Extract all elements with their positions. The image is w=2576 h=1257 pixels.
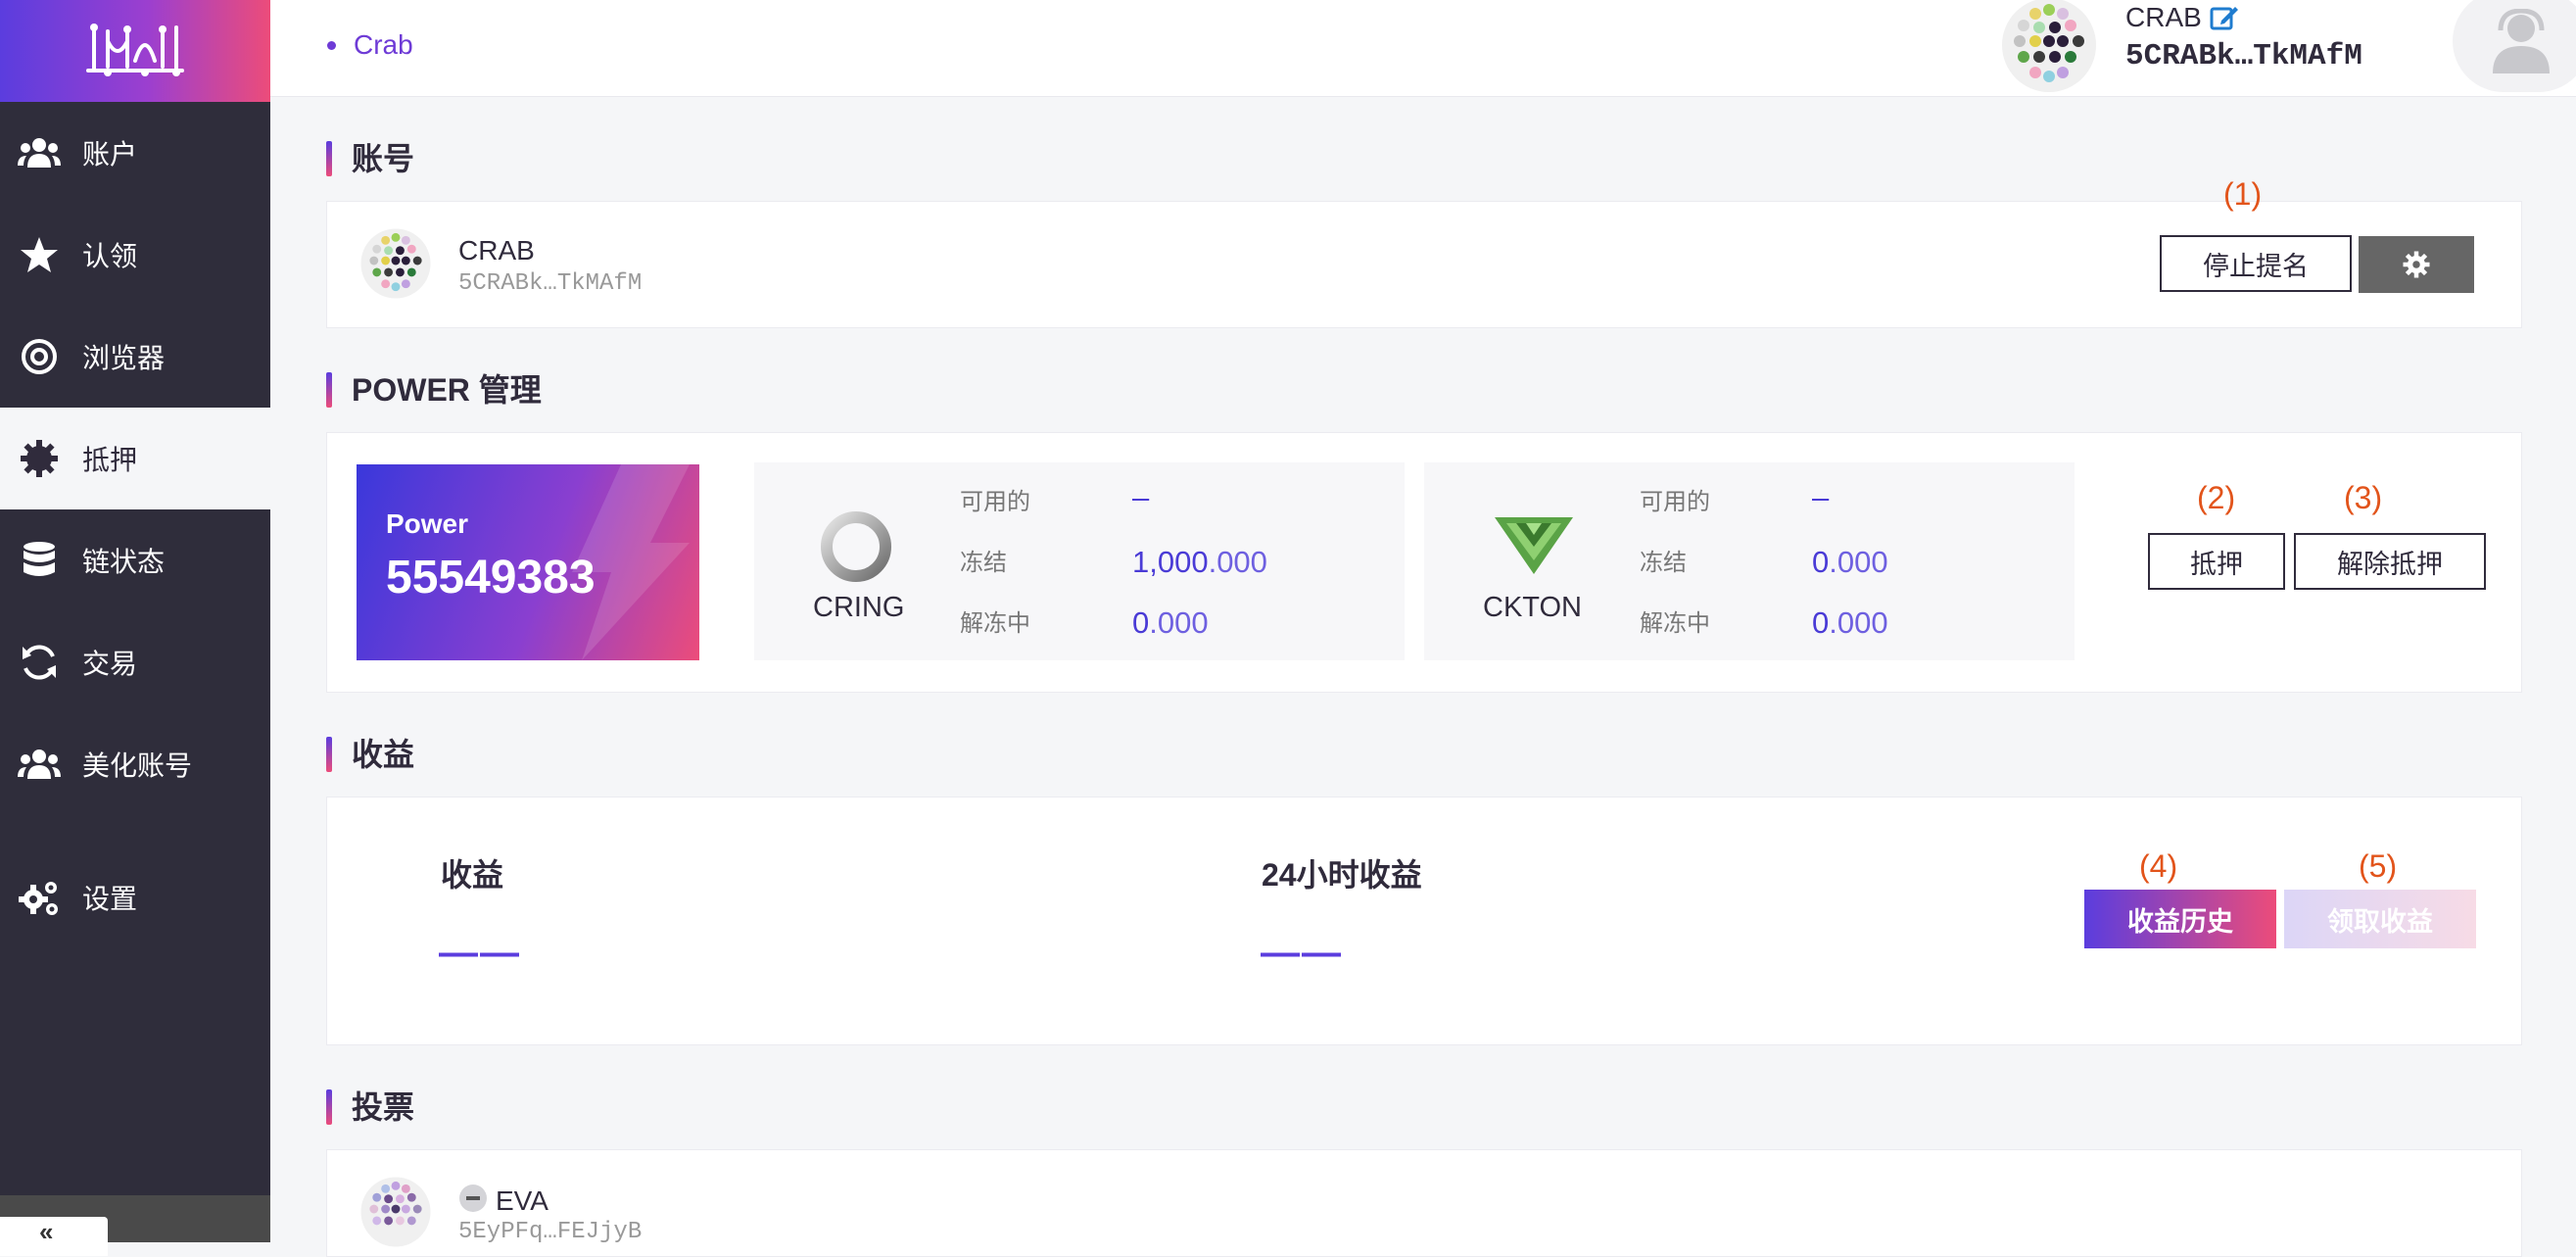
power-value: 55549383 [386,552,596,604]
frozen-value: 1,000.000 [1132,545,1267,580]
sidebar-item-chainstate[interactable]: 链状态 [0,509,270,611]
frozen-value: 0.000 [1812,545,1888,580]
cogs-icon [18,876,61,919]
sidebar-item-accounts[interactable]: 账户 [0,102,270,204]
token-card-ckton: CKTON 可用的 – 冻结 0.000 解冻中 0.000 [1424,462,2075,660]
database-icon [18,539,61,582]
users-icon [18,743,61,786]
sidebar-item-label: 认领 [82,241,138,271]
sidebar-item-label: 链状态 [82,547,166,577]
token-name: CRING [813,592,905,623]
unfreezing-frac: .000 [1829,605,1888,640]
sidebar-item-settings[interactable]: 设置 [0,846,270,948]
power-section-title: POWER 管理 [326,371,542,409]
sidebar-item-staking[interactable]: 抵押 [0,408,270,509]
minus-circle-icon [459,1184,487,1212]
account-name: CRAB [458,235,535,266]
unfreezing-value: 0.000 [1812,605,1888,641]
app-logo[interactable] [0,0,270,102]
annotation-5: (5) [2359,848,2398,884]
earnings-value: —— [439,931,521,974]
earnings-history-button[interactable]: 收益历史 [2084,890,2276,948]
voting-section-title: 投票 [326,1088,414,1126]
gear-icon [2403,251,2430,278]
annotation-1: (1) [2223,176,2263,212]
account-name-text: CRAB [2125,2,2202,32]
unfreezing-value: 0.000 [1132,605,1209,641]
sidebar-item-transfer[interactable]: 交易 [0,611,270,713]
available-value: – [1132,480,1150,514]
user-icon [2493,9,2550,73]
account-avatar[interactable] [2000,0,2098,94]
validator-avatar [360,1177,431,1247]
star-icon [18,233,61,276]
token-name: CKTON [1483,592,1582,623]
sidebar: 账户 认领 浏览器 抵押 链状态 交易 美化账号 设置 « [0,0,270,1256]
ckton-token-icon [1495,517,1573,574]
edit-icon[interactable] [2210,4,2239,31]
frozen-frac: .000 [1208,545,1267,579]
sidebar-item-label: 交易 [82,649,138,679]
claim-earnings-button[interactable]: 领取收益 [2284,890,2476,948]
frozen-label: 冻结 [960,550,1007,576]
annotation-2: (2) [2197,480,2236,515]
sidebar-item-vanity[interactable]: 美化账号 [0,713,270,815]
unfreezing-frac: .000 [1149,605,1209,640]
available-label: 可用的 [1640,489,1710,515]
sidebar-item-label: 美化账号 [82,750,193,781]
logo-icon [86,24,184,76]
sidebar-item-label: 账户 [82,139,138,169]
account-avatar [360,228,431,299]
sidebar-item-explorer[interactable]: 浏览器 [0,306,270,408]
frozen-frac: .000 [1829,545,1888,579]
power-summary: Power 55549383 [357,464,699,660]
sync-icon [18,641,61,684]
users-icon [18,131,61,174]
breadcrumb[interactable]: Crab [327,29,413,61]
breadcrumb-label: Crab [354,29,413,60]
account-address: 5CRABk…TkMAfM [458,270,643,297]
sidebar-item-claim[interactable]: 认领 [0,204,270,306]
frozen-int: 1,000 [1132,545,1209,579]
power-label: Power [386,508,469,539]
breadcrumb-dot [327,40,336,50]
earnings-label: 收益 [441,857,504,893]
account-name: CRAB [2125,2,2239,33]
validator-name: EVA [496,1185,549,1216]
frozen-int: 0 [1812,545,1830,579]
settings-button[interactable] [2359,236,2474,293]
target-icon [18,335,61,378]
voting-card: EVA 5EyPFq…FEJjyB [326,1149,2522,1257]
sidebar-item-label: 浏览器 [82,343,166,373]
account-section-title: 账号 [326,140,414,177]
annotation-4: (4) [2139,848,2178,884]
available-value: – [1812,480,1830,514]
token-card-cring: CRING 可用的 – 冻结 1,000.000 解冻中 0.000 [754,462,1405,660]
collapse-sidebar-button[interactable]: « [0,1217,108,1256]
earnings-24h-value: —— [1261,931,1343,974]
unstake-button[interactable]: 解除抵押 [2294,533,2486,590]
stop-nominate-button[interactable]: 停止提名 [2160,235,2352,292]
annotation-3: (3) [2344,480,2383,515]
top-bar: Crab CRAB 5CRABk…TkMAfM [270,0,2576,97]
sidebar-item-label: 抵押 [82,445,138,475]
account-address: 5CRABk…TkMAfM [2125,39,2362,73]
frozen-label: 冻结 [1640,550,1687,576]
unfreezing-int: 0 [1812,605,1830,640]
unfreezing-label: 解冻中 [1640,610,1710,637]
earnings-24h-label: 24小时收益 [1262,857,1422,893]
earnings-section-title: 收益 [326,736,414,773]
sidebar-item-label: 设置 [82,884,138,914]
unfreezing-label: 解冻中 [960,610,1030,637]
gear-badge-icon [18,437,61,480]
available-label: 可用的 [960,489,1030,515]
stake-button[interactable]: 抵押 [2148,533,2285,590]
cring-token-icon [821,511,891,582]
user-menu-button[interactable] [2453,0,2576,92]
unfreezing-int: 0 [1132,605,1150,640]
validator-address: 5EyPFq…FEJjyB [458,1219,643,1245]
